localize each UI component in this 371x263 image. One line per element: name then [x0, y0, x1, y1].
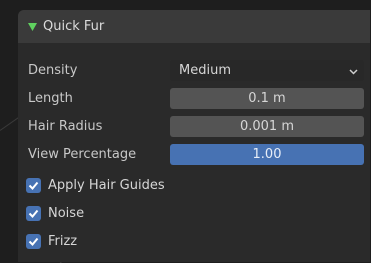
triangle-down-icon[interactable] [28, 21, 37, 36]
length-row: Length 0.1 m [18, 88, 370, 110]
frizz-row[interactable]: Frizz [26, 230, 77, 252]
panel-header[interactable]: Quick Fur [18, 10, 370, 43]
hair-radius-row: Hair Radius 0.001 m [18, 116, 370, 138]
view-percentage-label: View Percentage [28, 147, 137, 162]
view-percentage-row: View Percentage 1.00 [18, 144, 370, 166]
quick-fur-panel: Quick Fur Density Medium Length 0.1 m Ha… [18, 10, 370, 262]
noise-checkbox[interactable] [26, 205, 41, 221]
density-dropdown[interactable]: Medium [170, 60, 364, 81]
noise-row[interactable]: Noise [26, 202, 84, 224]
panel-title: Quick Fur [43, 19, 105, 34]
density-label: Density [28, 63, 78, 78]
frizz-label: Frizz [48, 233, 78, 249]
hair-radius-label: Hair Radius [28, 119, 103, 134]
length-label: Length [28, 91, 73, 106]
chevron-down-icon [349, 65, 358, 80]
density-row: Density Medium [18, 60, 370, 82]
apply-hair-guides-checkbox[interactable] [26, 177, 41, 193]
view-percentage-slider[interactable]: 1.00 [170, 144, 364, 165]
density-value: Medium [179, 63, 231, 78]
apply-hair-guides-row[interactable]: Apply Hair Guides [26, 174, 165, 196]
frizz-checkbox[interactable] [26, 233, 41, 249]
length-field[interactable]: 0.1 m [170, 88, 364, 109]
noise-label: Noise [48, 205, 85, 221]
hair-radius-field[interactable]: 0.001 m [170, 116, 364, 137]
apply-hair-guides-label: Apply Hair Guides [48, 177, 165, 193]
